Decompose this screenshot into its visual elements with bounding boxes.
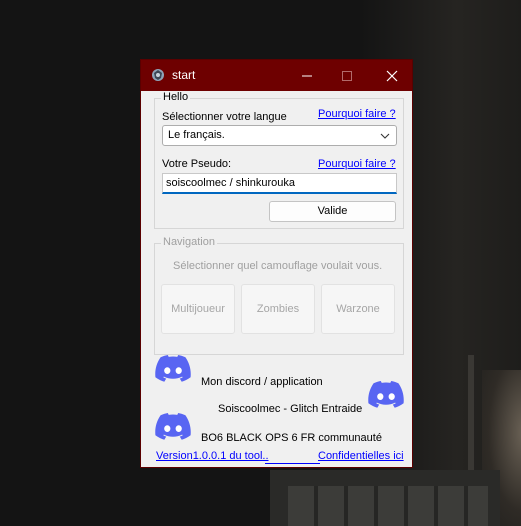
maximize-button[interactable] [327,60,367,91]
version-link[interactable]: Version1.0.0.1 du tool.. [156,450,269,462]
pseudo-help-link[interactable]: Pourquoi faire ? [318,158,396,170]
window-title: start [172,68,196,82]
privacy-link[interactable]: Confidentielles ici [318,450,404,462]
discord-bo6-text: BO6 BLACK OPS 6 FR communauté [201,432,382,444]
start-window: start Hello Sélectionner votre langue Po… [140,59,413,468]
hello-group-title: Hello [161,91,191,103]
discord-glitch-text: Soiscoolmec - Glitch Entraide [218,403,363,415]
pseudo-label: Votre Pseudo: [162,158,232,170]
pseudo-input[interactable] [166,175,391,190]
navigation-prompt: Sélectionner quel camouflage voulait vou… [173,260,383,272]
language-select-value: Le français. [168,129,225,141]
close-icon [386,70,398,82]
close-button[interactable] [372,60,412,91]
title-bar[interactable]: start [141,60,412,91]
language-select[interactable]: Le français. [162,125,397,146]
maximize-icon [342,71,352,81]
app-icon [151,68,165,82]
zombies-button[interactable]: Zombies [241,284,315,334]
multijoueur-button[interactable]: Multijoueur [161,284,235,334]
language-label: Sélectionner votre langue [162,111,287,123]
pseudo-field[interactable] [162,173,397,194]
discord-icon[interactable] [368,380,404,408]
discord-icon[interactable] [155,412,191,440]
discord-icon[interactable] [155,354,191,382]
footer-link-underline [265,463,320,464]
minimize-button[interactable] [287,60,327,91]
language-help-link[interactable]: Pourquoi faire ? [318,108,396,120]
discord-app-text: Mon discord / application [201,376,323,388]
minimize-icon [302,75,312,77]
validate-button[interactable]: Valide [269,201,396,222]
chevron-down-icon [380,133,390,139]
warzone-button[interactable]: Warzone [321,284,395,334]
navigation-group-title: Navigation [161,236,217,248]
